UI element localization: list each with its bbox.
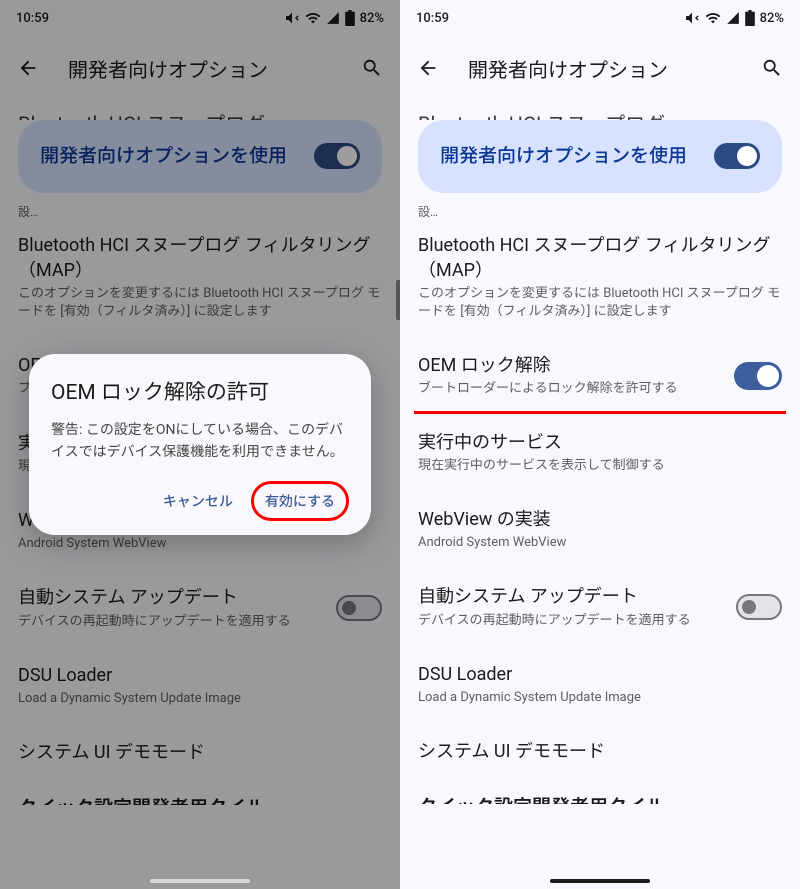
oem-title: OEM ロック解除 <box>418 353 678 378</box>
signal-icon <box>726 11 740 25</box>
signal-icon <box>326 11 340 25</box>
demo-mode-setting[interactable]: システム UI デモモード <box>0 724 400 781</box>
status-bar: 10:59 82% <box>0 0 400 36</box>
bottom-cutoff-setting: クイック設定開発者用タイル <box>0 781 400 805</box>
webview-title: WebView の実装 <box>418 507 782 532</box>
autoupdate-sub: デバイスの再起動時にアップデートを適用する <box>18 613 291 631</box>
battery-icon <box>345 10 355 26</box>
app-header: 開発者向けオプション <box>0 36 400 100</box>
autoupdate-setting[interactable]: 自動システム アップデート デバイスの再起動時にアップデートを適用する <box>0 569 400 646</box>
wifi-icon <box>705 10 721 26</box>
cutoff-subtext: 設… <box>0 203 400 217</box>
phone-screenshot-left: 10:59 82% 開発者向けオプション Bluetooth HCI スヌープロ… <box>0 0 400 889</box>
dsu-setting[interactable]: DSU Loader Load a Dynamic System Update … <box>0 647 400 724</box>
bt-filter-sub: このオプションを変更するには Bluetooth HCI スヌープログ モードを… <box>18 285 382 321</box>
app-header: 開発者向けオプション <box>400 36 800 100</box>
settings-content: Bluetooth HCI スヌープログ 開発者向けオプションを使用 設… Bl… <box>400 100 800 804</box>
dev-options-master-toggle[interactable]: 開発者向けオプションを使用 <box>418 120 782 193</box>
status-time: 10:59 <box>16 11 49 26</box>
webview-sub: Android System WebView <box>418 534 782 552</box>
autoupdate-setting[interactable]: 自動システム アップデート デバイスの再起動時にアップデートを適用する <box>400 568 800 645</box>
back-arrow-icon <box>17 57 39 79</box>
dsu-title: DSU Loader <box>18 663 382 688</box>
dsu-title: DSU Loader <box>418 662 782 687</box>
autoupdate-sub: デバイスの再起動時にアップデートを適用する <box>418 612 691 630</box>
status-time: 10:59 <box>416 11 449 26</box>
demo-title: システム UI デモモード <box>418 739 782 764</box>
scroll-indicator <box>396 280 400 320</box>
bt-filter-title: Bluetooth HCI スヌープログ フィルタリング（MAP） <box>18 233 382 283</box>
hero-label: 開発者向けオプションを使用 <box>440 142 687 171</box>
autoupdate-switch[interactable] <box>736 594 782 620</box>
running-title: 実行中のサービス <box>418 430 782 455</box>
dialog-message: 警告: この設定をONにしている場合、このデバイスではデバイス保護機能を利用でき… <box>51 420 349 463</box>
bt-filter-setting[interactable]: Bluetooth HCI スヌープログ フィルタリング（MAP） このオプショ… <box>400 217 800 338</box>
dev-options-master-toggle[interactable]: 開発者向けオプションを使用 <box>18 120 382 193</box>
oem-unlock-setting[interactable]: OEM ロック解除 ブートローダーによるロック解除を許可する <box>400 337 800 410</box>
webview-setting[interactable]: WebView の実装 Android System WebView <box>400 491 800 568</box>
status-icons-group: 82% <box>284 10 384 26</box>
oem-sub: ブートローダーによるロック解除を許可する <box>418 380 678 398</box>
demo-mode-setting[interactable]: システム UI デモモード <box>400 723 800 780</box>
autoupdate-title: 自動システム アップデート <box>418 584 691 609</box>
hero-label: 開発者向けオプションを使用 <box>40 142 287 171</box>
search-button[interactable] <box>752 48 792 88</box>
wifi-icon <box>305 10 321 26</box>
running-services-setting[interactable]: 実行中のサービス 現在実行中のサービスを表示して制御する <box>400 414 800 491</box>
status-bar: 10:59 82% <box>400 0 800 36</box>
page-title: 開発者向けオプション <box>460 54 740 83</box>
dsu-setting[interactable]: DSU Loader Load a Dynamic System Update … <box>400 646 800 723</box>
nav-bar-indicator[interactable] <box>150 879 250 883</box>
bt-filter-title: Bluetooth HCI スヌープログ フィルタリング（MAP） <box>418 233 782 283</box>
autoupdate-title: 自動システム アップデート <box>18 585 291 610</box>
dialog-title: OEM ロック解除の許可 <box>51 376 349 406</box>
back-button[interactable] <box>8 48 48 88</box>
oem-switch[interactable] <box>734 362 782 390</box>
cancel-button[interactable]: キャンセル <box>151 481 245 521</box>
oem-unlock-dialog: OEM ロック解除の許可 警告: この設定をONにしている場合、このデバイスでは… <box>29 354 371 535</box>
bt-filter-sub: このオプションを変更するには Bluetooth HCI スヌープログ モードを… <box>418 285 782 321</box>
mute-icon <box>684 10 700 26</box>
battery-percent: 82% <box>760 11 784 26</box>
battery-percent: 82% <box>360 11 384 26</box>
phone-screenshot-right: 10:59 82% 開発者向けオプション Bluetooth HCI スヌープロ… <box>400 0 800 889</box>
partial-setting-top: Bluetooth HCI スヌープログ <box>0 100 400 120</box>
partial-setting-top: Bluetooth HCI スヌープログ <box>400 100 800 120</box>
search-icon <box>761 57 783 79</box>
back-arrow-icon <box>417 57 439 79</box>
mute-icon <box>284 10 300 26</box>
bottom-cutoff-setting: クイック設定開発者用タイル <box>400 780 800 804</box>
nav-bar-indicator[interactable] <box>550 879 650 883</box>
battery-icon <box>745 10 755 26</box>
master-switch[interactable] <box>314 143 360 169</box>
dialog-actions: キャンセル 有効にする <box>51 481 349 521</box>
demo-title: システム UI デモモード <box>18 740 382 765</box>
enable-button[interactable]: 有効にする <box>251 481 349 521</box>
running-sub: 現在実行中のサービスを表示して制御する <box>418 457 782 475</box>
search-icon <box>361 57 383 79</box>
search-button[interactable] <box>352 48 392 88</box>
back-button[interactable] <box>408 48 448 88</box>
status-icons-group: 82% <box>684 10 784 26</box>
bt-filter-setting[interactable]: Bluetooth HCI スヌープログ フィルタリング（MAP） このオプショ… <box>0 217 400 338</box>
webview-sub: Android System WebView <box>18 535 382 553</box>
cutoff-subtext: 設… <box>400 203 800 217</box>
autoupdate-switch[interactable] <box>336 595 382 621</box>
dsu-sub: Load a Dynamic System Update Image <box>418 689 782 707</box>
dialog-overlay: OEM ロック解除の許可 警告: この設定をONにしている場合、このデバイスでは… <box>0 0 400 889</box>
page-title: 開発者向けオプション <box>60 54 340 83</box>
dsu-sub: Load a Dynamic System Update Image <box>18 690 382 708</box>
master-switch[interactable] <box>714 143 760 169</box>
